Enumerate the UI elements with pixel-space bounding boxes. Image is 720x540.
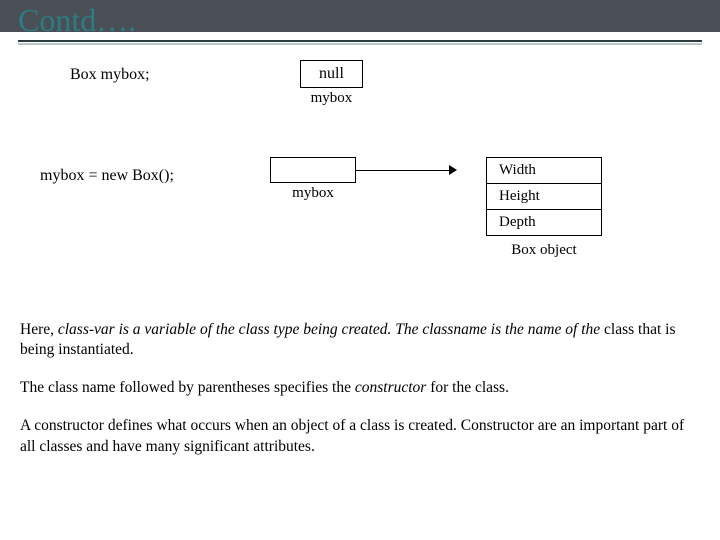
diagram-row-assignment: mybox = new Box(); mybox Width Height De… bbox=[40, 157, 680, 259]
divider-light bbox=[18, 43, 702, 45]
paragraph-1: Here, class-var is a variable of the cla… bbox=[20, 320, 700, 360]
reference-box bbox=[270, 157, 356, 183]
object-caption: Box object bbox=[486, 242, 602, 259]
paragraph-3: A constructor defines what occurs when a… bbox=[20, 416, 700, 456]
arrow-head-icon bbox=[449, 165, 457, 175]
slide-heading: Contd…. bbox=[18, 2, 136, 39]
object-field: Width bbox=[487, 158, 602, 184]
object-box-group: Width Height Depth Box object bbox=[386, 157, 602, 259]
null-caption: mybox bbox=[300, 90, 363, 107]
object-field: Depth bbox=[487, 210, 602, 236]
diagram-row-declaration: Box mybox; null mybox bbox=[40, 60, 680, 107]
paragraph-2: The class name followed by parentheses s… bbox=[20, 378, 700, 398]
reference-caption: mybox bbox=[270, 185, 356, 202]
object-diagram: Box mybox; null mybox mybox = new Box();… bbox=[40, 60, 680, 259]
declaration-code: Box mybox; bbox=[40, 60, 270, 84]
body-text: Here, class-var is a variable of the cla… bbox=[20, 320, 700, 475]
object-box: Width Height Depth bbox=[486, 157, 602, 236]
object-field: Height bbox=[487, 184, 602, 210]
arrow-line bbox=[355, 170, 451, 171]
assignment-code: mybox = new Box(); bbox=[40, 157, 240, 185]
divider-dark bbox=[18, 40, 702, 42]
null-box: null bbox=[300, 60, 363, 88]
null-box-group: null mybox bbox=[300, 60, 363, 107]
reference-box-group: mybox bbox=[270, 157, 356, 202]
